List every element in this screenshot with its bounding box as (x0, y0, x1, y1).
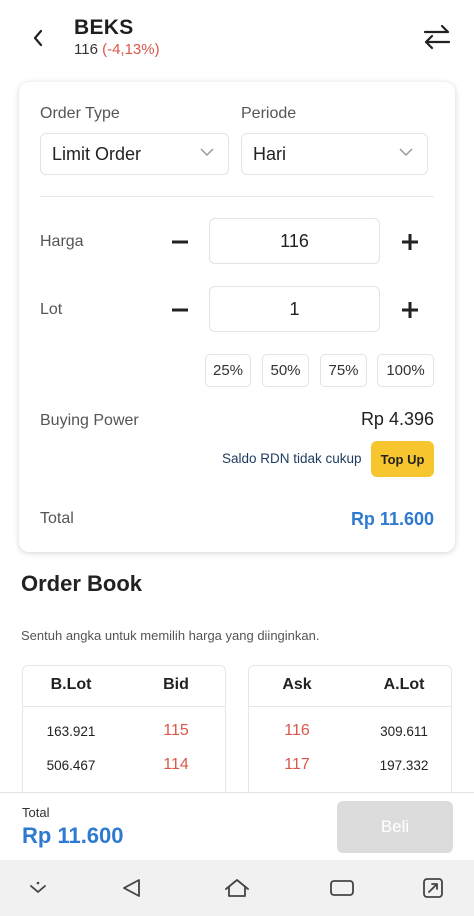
top-up-button[interactable]: Top Up (371, 441, 434, 477)
system-nav-bar (0, 860, 474, 916)
ask-header: Ask (282, 676, 312, 693)
bid-lot-cell: 506.467 (46, 758, 96, 773)
chevron-left-icon (33, 29, 43, 47)
buying-power-value: Rp 4.396 (360, 409, 434, 429)
saldo-warning: Saldo RDN tidak cukup (222, 451, 362, 466)
footer-total-label: Total (22, 805, 50, 820)
app-header: BEKS 116 (-4,13%) (0, 0, 474, 80)
periode-label: Periode (241, 105, 297, 122)
total-value: Rp 11.600 (350, 509, 434, 529)
harga-increase-button[interactable] (395, 227, 425, 257)
percent-100-button[interactable]: 100% (377, 354, 434, 387)
stock-ticker: BEKS (74, 16, 134, 39)
divider (40, 196, 434, 197)
swap-arrows-icon (423, 24, 451, 50)
plus-icon (402, 234, 418, 250)
bid-header: Bid (163, 676, 189, 693)
buy-button[interactable]: Beli (337, 801, 453, 853)
stock-price: 116 (74, 41, 98, 58)
total-label: Total (40, 510, 74, 527)
lot-input[interactable] (209, 286, 380, 332)
bid-price-cell[interactable]: 115 (131, 722, 221, 740)
minus-icon (172, 240, 188, 244)
chevron-down-icon (200, 148, 214, 157)
order-form-card: Order Type Periode Limit Order Hari Harg… (19, 82, 455, 552)
price-change: (-4,13%) (102, 41, 160, 58)
bid-lot-cell: 163.921 (46, 724, 96, 739)
table-divider (23, 706, 225, 707)
lot-increase-button[interactable] (395, 295, 425, 325)
percent-50-button[interactable]: 50% (262, 354, 309, 387)
collapse-down-icon (30, 881, 46, 893)
collapse-nav-button[interactable] (22, 874, 54, 902)
harga-label: Harga (40, 233, 84, 250)
harga-input[interactable] (209, 218, 380, 264)
bid-table: B.Lot Bid 163.921 115 506.467 114 (22, 665, 226, 800)
back-button[interactable] (26, 24, 50, 52)
lot-decrease-button[interactable] (165, 295, 195, 325)
back-triangle-icon (123, 879, 140, 897)
lot-label: Lot (40, 301, 63, 318)
order-footer: Total Rp 11.600 Beli (0, 792, 474, 860)
harga-decrease-button[interactable] (165, 227, 195, 257)
home-icon (225, 879, 249, 897)
chevron-down-icon (399, 148, 413, 157)
screenshot-icon (423, 878, 443, 898)
order-book-hint: Sentuh angka untuk memilih harga yang di… (21, 628, 320, 643)
bid-lot-header: B.Lot (50, 676, 92, 693)
ask-price-cell[interactable]: 117 (252, 756, 342, 774)
buying-power-label: Buying Power (40, 412, 139, 429)
nav-recents-button[interactable] (326, 874, 358, 902)
swap-button[interactable] (420, 22, 454, 52)
ask-lot-cell: 197.332 (379, 758, 429, 773)
ask-price-cell[interactable]: 116 (252, 722, 342, 740)
nav-back-button[interactable] (115, 874, 147, 902)
order-book-title: Order Book (21, 571, 143, 596)
order-type-label: Order Type (40, 105, 120, 122)
footer-total-value: Rp 11.600 (22, 823, 124, 848)
percent-25-button[interactable]: 25% (205, 354, 251, 387)
nav-home-button[interactable] (221, 874, 253, 902)
bid-price-cell[interactable]: 114 (131, 756, 221, 774)
ask-table: Ask A.Lot 116 309.611 117 197.332 (248, 665, 452, 800)
percent-75-button[interactable]: 75% (320, 354, 367, 387)
table-divider (249, 706, 451, 707)
recents-icon (330, 880, 354, 896)
stock-price-line: 116 (-4,13%) (74, 41, 160, 58)
nav-screenshot-button[interactable] (417, 874, 449, 902)
periode-select[interactable]: Hari (241, 133, 428, 175)
ask-lot-cell: 309.611 (380, 724, 428, 739)
periode-value: Hari (253, 143, 287, 164)
minus-icon (172, 308, 188, 312)
order-type-select[interactable]: Limit Order (40, 133, 229, 175)
order-type-value: Limit Order (52, 143, 142, 164)
plus-icon (402, 302, 418, 318)
ask-lot-header: A.Lot (383, 676, 425, 693)
